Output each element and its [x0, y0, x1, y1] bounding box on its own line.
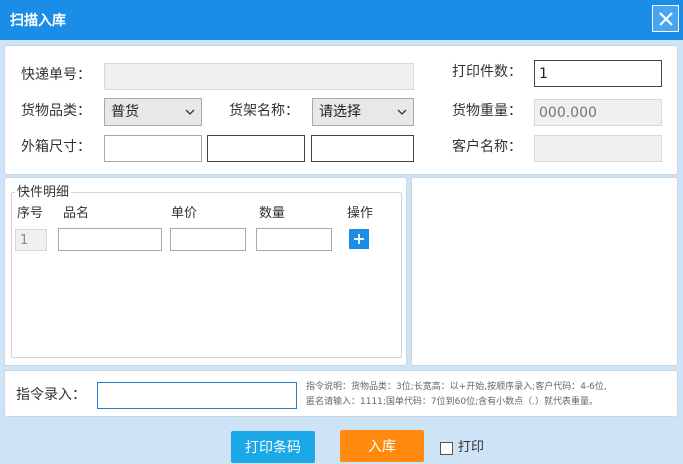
print-count-input[interactable]	[534, 60, 662, 87]
shelf-name-value: 请选择	[319, 104, 361, 120]
items-panel: 快件明细 序号 品名 单价 数量 操作	[4, 177, 407, 366]
command-panel: 指令录入： 指令说明：货物品类：3位;长宽高：以+开始,按顺序录入;客户代码：4…	[4, 370, 678, 417]
item-index-input	[15, 229, 47, 251]
box-length-input[interactable]	[104, 135, 202, 162]
form-panel: 快递单号： 打印件数： 货物品类： 普货 货架名称： 请选择 货物重量： 外箱尺…	[4, 45, 678, 175]
box-height-input[interactable]	[311, 135, 414, 162]
goods-weight-input[interactable]	[534, 99, 662, 126]
item-price-input[interactable]	[170, 228, 246, 251]
close-icon	[658, 11, 673, 26]
item-name-input[interactable]	[58, 228, 162, 251]
chevron-down-icon	[185, 109, 195, 115]
plus-icon	[354, 234, 364, 244]
tracking-number-label: 快递单号：	[21, 67, 91, 83]
customer-name-input[interactable]	[534, 135, 662, 162]
shelf-name-label: 货架名称：	[229, 103, 299, 119]
close-button[interactable]	[652, 5, 679, 32]
goods-category-label: 货物品类：	[21, 103, 91, 119]
customer-name-label: 客户名称：	[452, 139, 522, 155]
box-width-input[interactable]	[207, 135, 305, 162]
command-hint-line1: 指令说明：货物品类：3位;长宽高：以+开始,按顺序录入;客户代码：4-6位,	[306, 382, 607, 392]
goods-category-value: 普货	[111, 104, 139, 120]
print-barcode-label: 打印条码	[245, 440, 301, 456]
chevron-down-icon	[397, 109, 407, 115]
items-legend: 快件明细	[15, 185, 72, 201]
goods-weight-label: 货物重量：	[452, 103, 522, 119]
command-hint-line2: 匿名请输入：1111;国单代码：7位到60位;含有小数点（.）就代表重量。	[306, 397, 599, 407]
command-input[interactable]	[97, 382, 297, 409]
goods-category-select[interactable]: 普货	[104, 98, 202, 126]
stock-in-button[interactable]: 入库	[340, 430, 424, 462]
preview-panel	[411, 177, 678, 366]
print-count-label: 打印件数：	[452, 64, 522, 80]
shelf-name-select[interactable]: 请选择	[312, 98, 414, 126]
add-item-button[interactable]	[349, 229, 369, 249]
col-index-header: 序号	[17, 206, 44, 221]
col-action-header: 操作	[347, 206, 374, 221]
title-bar: 扫描入库	[0, 0, 683, 40]
stock-in-label: 入库	[368, 439, 396, 455]
print-checkbox[interactable]	[440, 442, 453, 455]
col-qty-header: 数量	[259, 206, 286, 221]
command-label: 指令录入：	[16, 387, 86, 403]
tracking-number-input[interactable]	[104, 63, 414, 90]
window-title: 扫描入库	[10, 13, 66, 29]
item-qty-input[interactable]	[256, 228, 332, 251]
col-price-header: 单价	[171, 206, 198, 221]
print-checkbox-label: 打印	[458, 440, 485, 455]
box-size-label: 外箱尺寸：	[21, 139, 91, 155]
print-barcode-button[interactable]: 打印条码	[231, 431, 315, 463]
col-name-header: 品名	[63, 206, 90, 221]
